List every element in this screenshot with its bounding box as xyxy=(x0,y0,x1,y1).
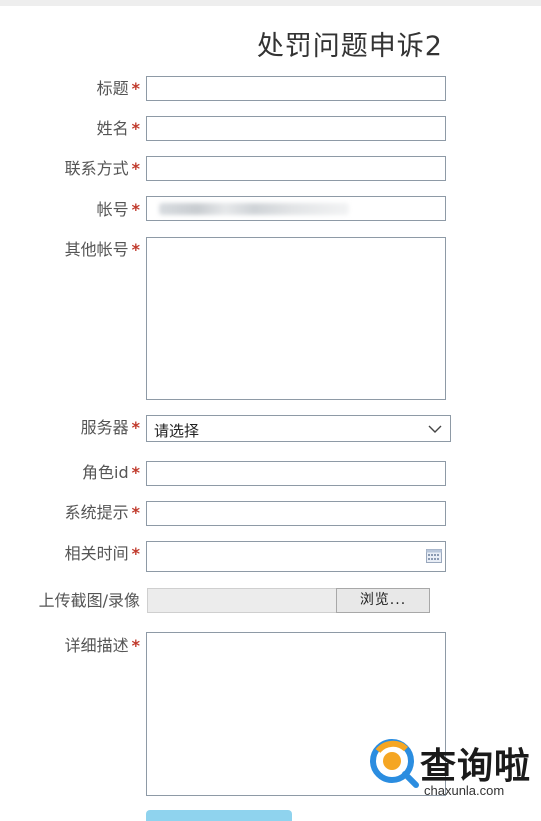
required-mark: * xyxy=(131,79,140,98)
name-input[interactable] xyxy=(146,116,446,141)
server-label-text: 服务器 xyxy=(80,418,129,437)
system-hint-label: 系统提示 * xyxy=(65,499,140,523)
other-accounts-textarea[interactable] xyxy=(146,237,446,400)
required-mark: * xyxy=(131,119,140,138)
title-input[interactable] xyxy=(146,76,446,101)
name-label: 姓名 * xyxy=(97,115,140,139)
watermark-cn-text: 查询啦 xyxy=(420,746,532,787)
upload-label-text: 上传截图/录像 xyxy=(38,591,140,610)
system-hint-input[interactable] xyxy=(146,501,446,526)
other-accounts-label-text: 其他帐号 xyxy=(64,240,129,259)
submit-button[interactable] xyxy=(146,810,292,821)
related-time-input[interactable] xyxy=(146,541,446,572)
required-mark: * xyxy=(131,544,140,563)
required-mark: * xyxy=(131,200,140,219)
title-label: 标题 * xyxy=(97,75,140,99)
system-hint-label-text: 系统提示 xyxy=(64,503,129,522)
chevron-down-icon xyxy=(428,425,442,433)
server-selected-value: 请选择 xyxy=(154,422,200,440)
contact-input[interactable] xyxy=(146,156,446,181)
required-mark: * xyxy=(131,159,140,178)
watermark-en-text: chaxunla.com xyxy=(424,783,505,798)
required-mark: * xyxy=(131,503,140,522)
browse-button[interactable]: 浏览... xyxy=(336,588,430,613)
account-label: 帐号 * xyxy=(97,196,140,220)
role-id-label: 角色id * xyxy=(82,459,140,483)
related-time-label: 相关时间 * xyxy=(65,540,140,564)
server-label: 服务器 * xyxy=(81,414,140,438)
required-mark: * xyxy=(131,240,140,259)
upload-label: 上传截图/录像 xyxy=(39,587,140,611)
required-mark: * xyxy=(131,418,140,437)
search-logo-icon xyxy=(370,739,419,788)
contact-label-text: 联系方式 xyxy=(64,159,129,178)
required-mark: * xyxy=(131,636,140,655)
upload-file-field[interactable] xyxy=(147,588,337,613)
title-label-text: 标题 xyxy=(96,79,129,98)
account-input[interactable] xyxy=(146,196,446,221)
required-mark: * xyxy=(131,463,140,482)
details-label: 详细描述 * xyxy=(65,632,140,656)
details-label-text: 详细描述 xyxy=(64,636,129,655)
role-id-label-text: 角色id xyxy=(82,463,129,482)
blurred-account-value xyxy=(159,203,349,215)
calendar-icon[interactable] xyxy=(426,549,442,563)
role-id-input[interactable] xyxy=(146,461,446,486)
contact-label: 联系方式 * xyxy=(65,155,140,179)
related-time-label-text: 相关时间 xyxy=(64,544,129,563)
page-title: 处罚问题申诉2 xyxy=(256,31,443,62)
top-bar xyxy=(0,0,541,6)
server-select[interactable]: 请选择 xyxy=(146,415,451,442)
other-accounts-label: 其他帐号 * xyxy=(65,236,140,260)
watermark: 查询啦 chaxunla.com xyxy=(368,735,536,801)
account-label-text: 帐号 xyxy=(96,200,129,219)
name-label-text: 姓名 xyxy=(96,119,129,138)
